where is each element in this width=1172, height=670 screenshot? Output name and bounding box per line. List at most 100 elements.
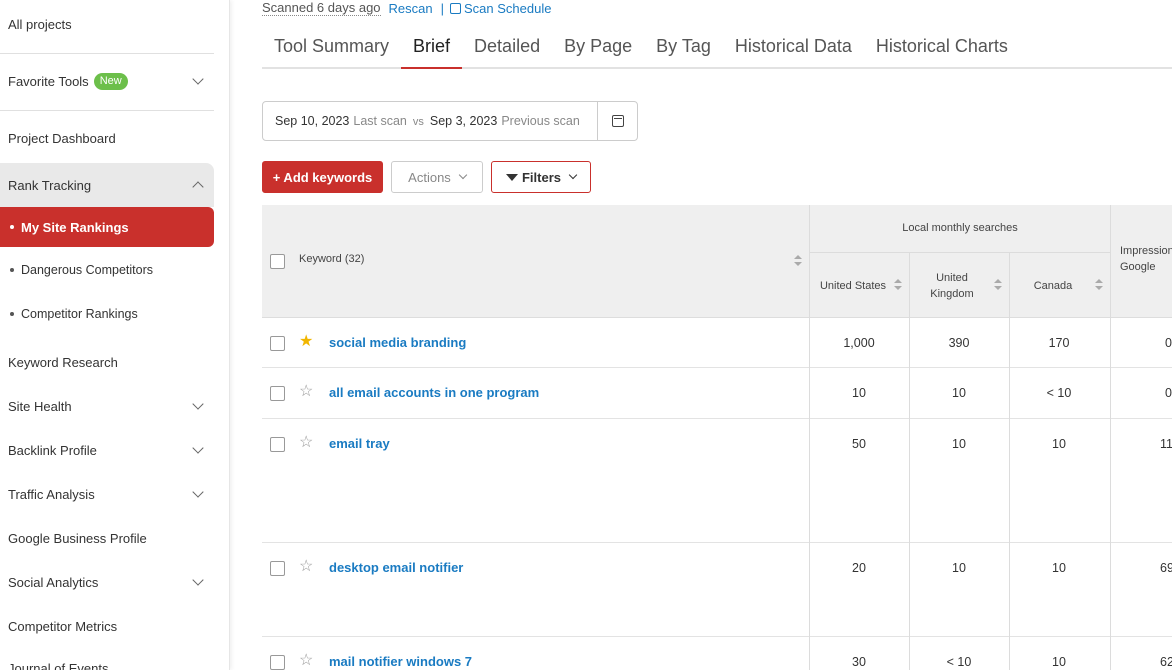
- sidebar-item-my-site-rankings[interactable]: My Site Rankings: [0, 207, 214, 247]
- previous-scan-date: Sep 3, 2023: [429, 114, 498, 128]
- star-filled-icon[interactable]: ★: [299, 334, 313, 350]
- column-divider: [1110, 205, 1111, 318]
- impressions-column-header[interactable]: Impressions from Google: [1120, 243, 1172, 275]
- sidebar-item-site-health[interactable]: Site Health: [0, 384, 214, 428]
- sidebar-item-label: My Site Rankings: [21, 219, 129, 235]
- bullet-icon: [10, 312, 14, 316]
- star-outline-icon[interactable]: ☆: [299, 435, 313, 451]
- sidebar-item-label: Site Health: [8, 398, 72, 414]
- scan-separator: |: [440, 0, 445, 16]
- sidebar-item-backlink-profile[interactable]: Backlink Profile: [0, 428, 214, 472]
- us-searches: 50: [852, 437, 866, 451]
- tab-brief[interactable]: Brief: [401, 30, 463, 69]
- sort-icon[interactable]: [994, 279, 1002, 291]
- sidebar-item-project-dashboard[interactable]: Project Dashboard: [0, 116, 214, 160]
- impressions-value: 0: [1165, 336, 1172, 350]
- sidebar-item-google-business-profile[interactable]: Google Business Profile: [0, 516, 214, 560]
- chevron-down-icon: [192, 486, 204, 498]
- sidebar-divider: [0, 110, 214, 111]
- sort-icon[interactable]: [1095, 279, 1103, 291]
- us-searches: 30: [852, 655, 866, 669]
- sidebar-item-label: Backlink Profile: [8, 442, 97, 458]
- star-outline-icon[interactable]: ☆: [299, 653, 313, 669]
- tab-tool-summary[interactable]: Tool Summary: [262, 30, 401, 69]
- keyword-link[interactable]: email tray: [329, 436, 390, 451]
- sidebar-item-traffic-analysis[interactable]: Traffic Analysis: [0, 472, 214, 516]
- add-keywords-button[interactable]: + Add keywords: [262, 161, 383, 193]
- tab-historical-charts[interactable]: Historical Charts: [864, 30, 1020, 69]
- date-range-picker[interactable]: Sep 10, 2023 Last scan vs Sep 3, 2023 Previo…: [262, 101, 638, 141]
- sidebar-item-keyword-research[interactable]: Keyword Research: [0, 340, 214, 384]
- sidebar-item-label: Rank Tracking: [8, 177, 92, 193]
- chevron-down-icon: [192, 574, 204, 586]
- column-divider: [909, 253, 910, 318]
- scanned-time: Scanned 6 days ago: [262, 0, 381, 16]
- column-divider: [1009, 318, 1010, 670]
- filters-dropdown[interactable]: Filters: [491, 161, 591, 193]
- keyword-link[interactable]: social media branding: [329, 335, 466, 350]
- chevron-down-icon: [192, 73, 204, 85]
- canada-searches: 10: [1052, 437, 1066, 451]
- chevron-down-icon: [192, 398, 204, 410]
- row-checkbox[interactable]: [270, 561, 285, 576]
- sidebar-divider: [0, 53, 214, 54]
- uk-searches: 390: [948, 336, 970, 350]
- row-checkbox[interactable]: [270, 437, 285, 452]
- sort-icon[interactable]: [894, 279, 902, 291]
- star-outline-icon[interactable]: ☆: [299, 559, 313, 575]
- sidebar-item-label: Competitor Rankings: [21, 307, 138, 321]
- sidebar-item-competitor-metrics[interactable]: Competitor Metrics: [0, 604, 214, 648]
- table-row: ★ social media branding 1,000 390 170 0: [262, 318, 1172, 368]
- table-row: ☆ desktop email notifier 20 10 10 69: [262, 543, 1172, 637]
- sidebar-item-social-analytics[interactable]: Social Analytics: [0, 560, 214, 604]
- us-column-header[interactable]: United States: [810, 253, 896, 318]
- tab-by-tag[interactable]: By Tag: [644, 30, 723, 69]
- actions-dropdown[interactable]: Actions: [391, 161, 483, 193]
- keyword-link[interactable]: mail notifier windows 7: [329, 654, 472, 669]
- tab-detailed[interactable]: Detailed: [462, 30, 552, 69]
- sidebar-item-favorite-tools[interactable]: Favorite Tools New: [0, 59, 214, 103]
- chevron-down-icon: [192, 442, 204, 454]
- sidebar-item-all-projects[interactable]: All projects: [0, 2, 214, 46]
- row-checkbox[interactable]: [270, 386, 285, 401]
- column-divider: [809, 318, 810, 670]
- keyword-column-header[interactable]: Keyword (32): [299, 251, 364, 267]
- calendar-icon: [450, 2, 462, 14]
- impressions-value: 62: [1160, 655, 1172, 669]
- sidebar-item-label: Journal of Events: [8, 661, 109, 670]
- rescan-link[interactable]: Rescan: [389, 1, 433, 16]
- vs-label: vs: [412, 116, 424, 128]
- tab-by-page[interactable]: By Page: [552, 30, 644, 69]
- uk-searches: 10: [952, 437, 966, 451]
- sidebar-item-rank-tracking[interactable]: Rank Tracking: [0, 163, 214, 207]
- table-row: ☆ email tray 50 10 10 112: [262, 419, 1172, 543]
- uk-column-header[interactable]: United Kingdom: [914, 253, 990, 318]
- column-divider: [1110, 318, 1111, 670]
- filters-label: Filters: [521, 169, 561, 185]
- keyword-link[interactable]: desktop email notifier: [329, 560, 463, 575]
- row-checkbox[interactable]: [270, 336, 285, 351]
- calendar-button[interactable]: [597, 102, 637, 140]
- select-all-checkbox[interactable]: [270, 254, 285, 269]
- sidebar-item-dangerous-competitors[interactable]: Dangerous Competitors: [0, 248, 214, 292]
- sidebar-item-label: Social Analytics: [8, 574, 99, 590]
- actions-label: Actions: [408, 169, 451, 185]
- row-checkbox[interactable]: [270, 655, 285, 670]
- sort-icon[interactable]: [794, 255, 802, 267]
- scan-schedule-link[interactable]: Scan Schedule: [464, 1, 551, 16]
- star-outline-icon[interactable]: ☆: [299, 384, 313, 400]
- sidebar-item-journal-of-events[interactable]: Journal of Events: [0, 648, 214, 670]
- last-scan-date: Sep 10, 2023: [275, 114, 350, 128]
- canada-column-header[interactable]: Canada: [1010, 253, 1096, 318]
- sidebar-item-label: Competitor Metrics: [8, 618, 118, 634]
- sidebar-item-label: Traffic Analysis: [8, 486, 95, 502]
- bullet-icon: [10, 225, 14, 229]
- uk-searches: 10: [952, 386, 966, 400]
- column-divider: [909, 318, 910, 670]
- tab-historical-data[interactable]: Historical Data: [723, 30, 864, 69]
- keyword-link[interactable]: all email accounts in one program: [329, 385, 539, 400]
- sidebar-item-label: Keyword Research: [8, 354, 118, 370]
- us-searches: 20: [852, 561, 866, 575]
- filter-icon: [505, 173, 518, 181]
- sidebar-item-competitor-rankings[interactable]: Competitor Rankings: [0, 292, 214, 336]
